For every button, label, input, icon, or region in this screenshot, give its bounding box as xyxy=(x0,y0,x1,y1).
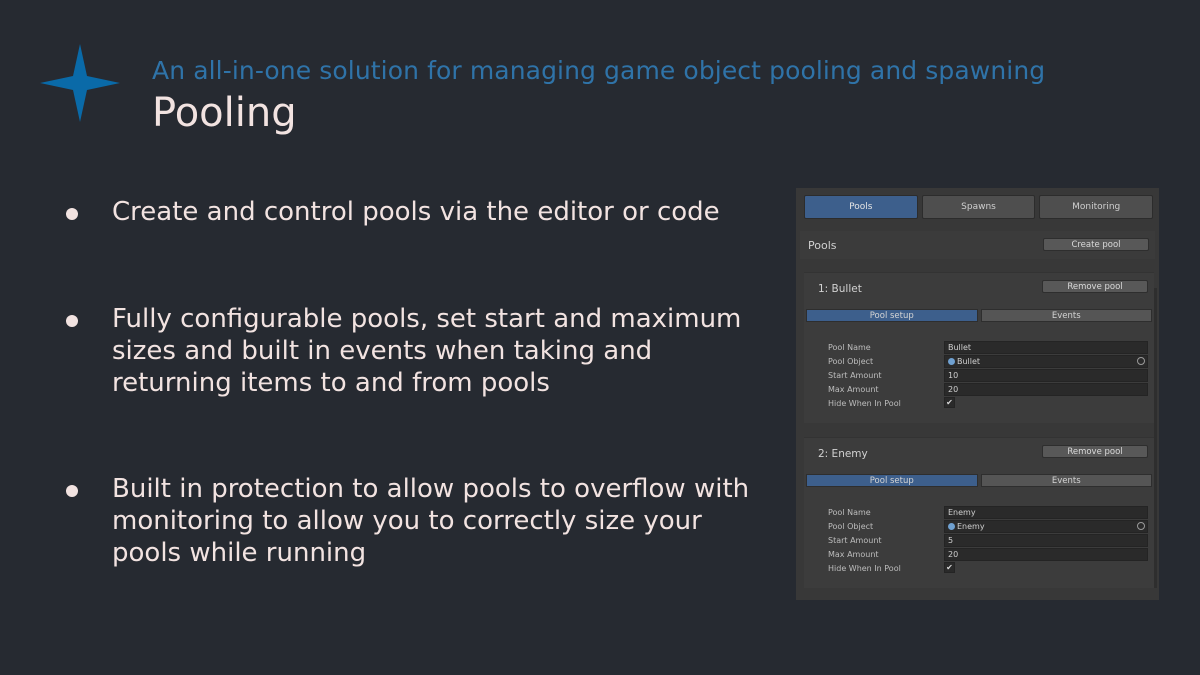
hide-when-in-pool-label: Hide When In Pool xyxy=(828,564,901,573)
pool-header: 2: Enemy xyxy=(818,448,868,460)
tab-spawns[interactable]: Spawns xyxy=(921,195,1036,219)
pool-block-enemy: 2: Enemy Remove pool Pool setup Events P… xyxy=(804,437,1154,588)
tab-pool-setup[interactable]: Pool setup xyxy=(806,474,978,487)
object-picker-icon[interactable] xyxy=(1137,357,1145,365)
prefab-icon xyxy=(948,358,955,365)
max-amount-field[interactable]: 20 xyxy=(944,548,1148,561)
max-amount-row: Max Amount 20 xyxy=(828,548,1148,561)
pool-subtabs: Pool setup Events xyxy=(806,309,1152,322)
start-amount-row: Start Amount 10 xyxy=(828,369,1148,382)
pool-name-field[interactable]: Enemy xyxy=(944,506,1148,519)
tab-events[interactable]: Events xyxy=(980,309,1152,322)
page-title: Pooling xyxy=(152,90,297,136)
pool-block-bullet: 1: Bullet Remove pool Pool setup Events … xyxy=(804,272,1154,423)
pool-object-field[interactable]: Bullet xyxy=(944,355,1148,368)
prefab-icon xyxy=(948,523,955,530)
max-amount-row: Max Amount 20 xyxy=(828,383,1148,396)
feature-text: Fully configurable pools, set start and … xyxy=(112,304,742,398)
pool-object-label: Pool Object xyxy=(828,522,874,531)
pool-object-label: Pool Object xyxy=(828,357,874,366)
start-amount-row: Start Amount 5 xyxy=(828,534,1148,547)
feature-item: Create and control pools via the editor … xyxy=(66,196,762,228)
pool-inspector-panel: Pools Spawns Monitoring Pools Create poo… xyxy=(796,188,1159,600)
scrollbar[interactable] xyxy=(1154,288,1157,588)
pool-name-label: Pool Name xyxy=(828,343,871,352)
start-amount-field[interactable]: 10 xyxy=(944,369,1148,382)
pool-object-value: Bullet xyxy=(957,357,981,366)
tab-monitoring[interactable]: Monitoring xyxy=(1039,195,1154,219)
pool-object-value: Enemy xyxy=(957,522,985,531)
feature-text: Create and control pools via the editor … xyxy=(112,197,720,227)
tab-events[interactable]: Events xyxy=(980,474,1152,487)
pool-subtabs: Pool setup Events xyxy=(806,474,1152,487)
feature-text: Built in protection to allow pools to ov… xyxy=(112,474,750,568)
pool-name-label: Pool Name xyxy=(828,508,871,517)
max-amount-label: Max Amount xyxy=(828,385,879,394)
create-pool-button[interactable]: Create pool xyxy=(1043,238,1149,251)
max-amount-field[interactable]: 20 xyxy=(944,383,1148,396)
hide-when-in-pool-row: Hide When In Pool ✔ xyxy=(828,562,1148,575)
feature-item: Built in protection to allow pools to ov… xyxy=(66,473,762,569)
remove-pool-button[interactable]: Remove pool xyxy=(1042,445,1148,458)
inspector-tabs: Pools Spawns Monitoring xyxy=(804,195,1154,219)
pool-name-row: Pool Name Bullet xyxy=(828,341,1148,354)
pool-object-field[interactable]: Enemy xyxy=(944,520,1148,533)
max-amount-label: Max Amount xyxy=(828,550,879,559)
object-picker-icon[interactable] xyxy=(1137,522,1145,530)
tab-pools[interactable]: Pools xyxy=(804,195,918,219)
start-amount-field[interactable]: 5 xyxy=(944,534,1148,547)
pool-header: 1: Bullet xyxy=(818,283,862,295)
remove-pool-button[interactable]: Remove pool xyxy=(1042,280,1148,293)
pool-object-row: Pool Object Enemy xyxy=(828,520,1148,533)
start-amount-label: Start Amount xyxy=(828,371,882,380)
pool-object-row: Pool Object Bullet xyxy=(828,355,1148,368)
hide-when-in-pool-label: Hide When In Pool xyxy=(828,399,901,408)
bullet-dot-icon xyxy=(66,485,78,497)
hide-when-in-pool-checkbox[interactable]: ✔ xyxy=(944,397,955,408)
pool-name-field[interactable]: Bullet xyxy=(944,341,1148,354)
tab-pool-setup[interactable]: Pool setup xyxy=(806,309,978,322)
start-amount-label: Start Amount xyxy=(828,536,882,545)
pools-header: Pools Create pool xyxy=(800,231,1155,259)
bullet-dot-icon xyxy=(66,315,78,327)
pool-name-row: Pool Name Enemy xyxy=(828,506,1148,519)
page-subtitle: An all-in-one solution for managing game… xyxy=(152,56,1046,85)
pools-section-label: Pools xyxy=(808,239,837,252)
feature-item: Fully configurable pools, set start and … xyxy=(66,303,762,399)
star-logo-icon xyxy=(40,44,120,122)
bullet-dot-icon xyxy=(66,208,78,220)
hide-when-in-pool-checkbox[interactable]: ✔ xyxy=(944,562,955,573)
hide-when-in-pool-row: Hide When In Pool ✔ xyxy=(828,397,1148,410)
